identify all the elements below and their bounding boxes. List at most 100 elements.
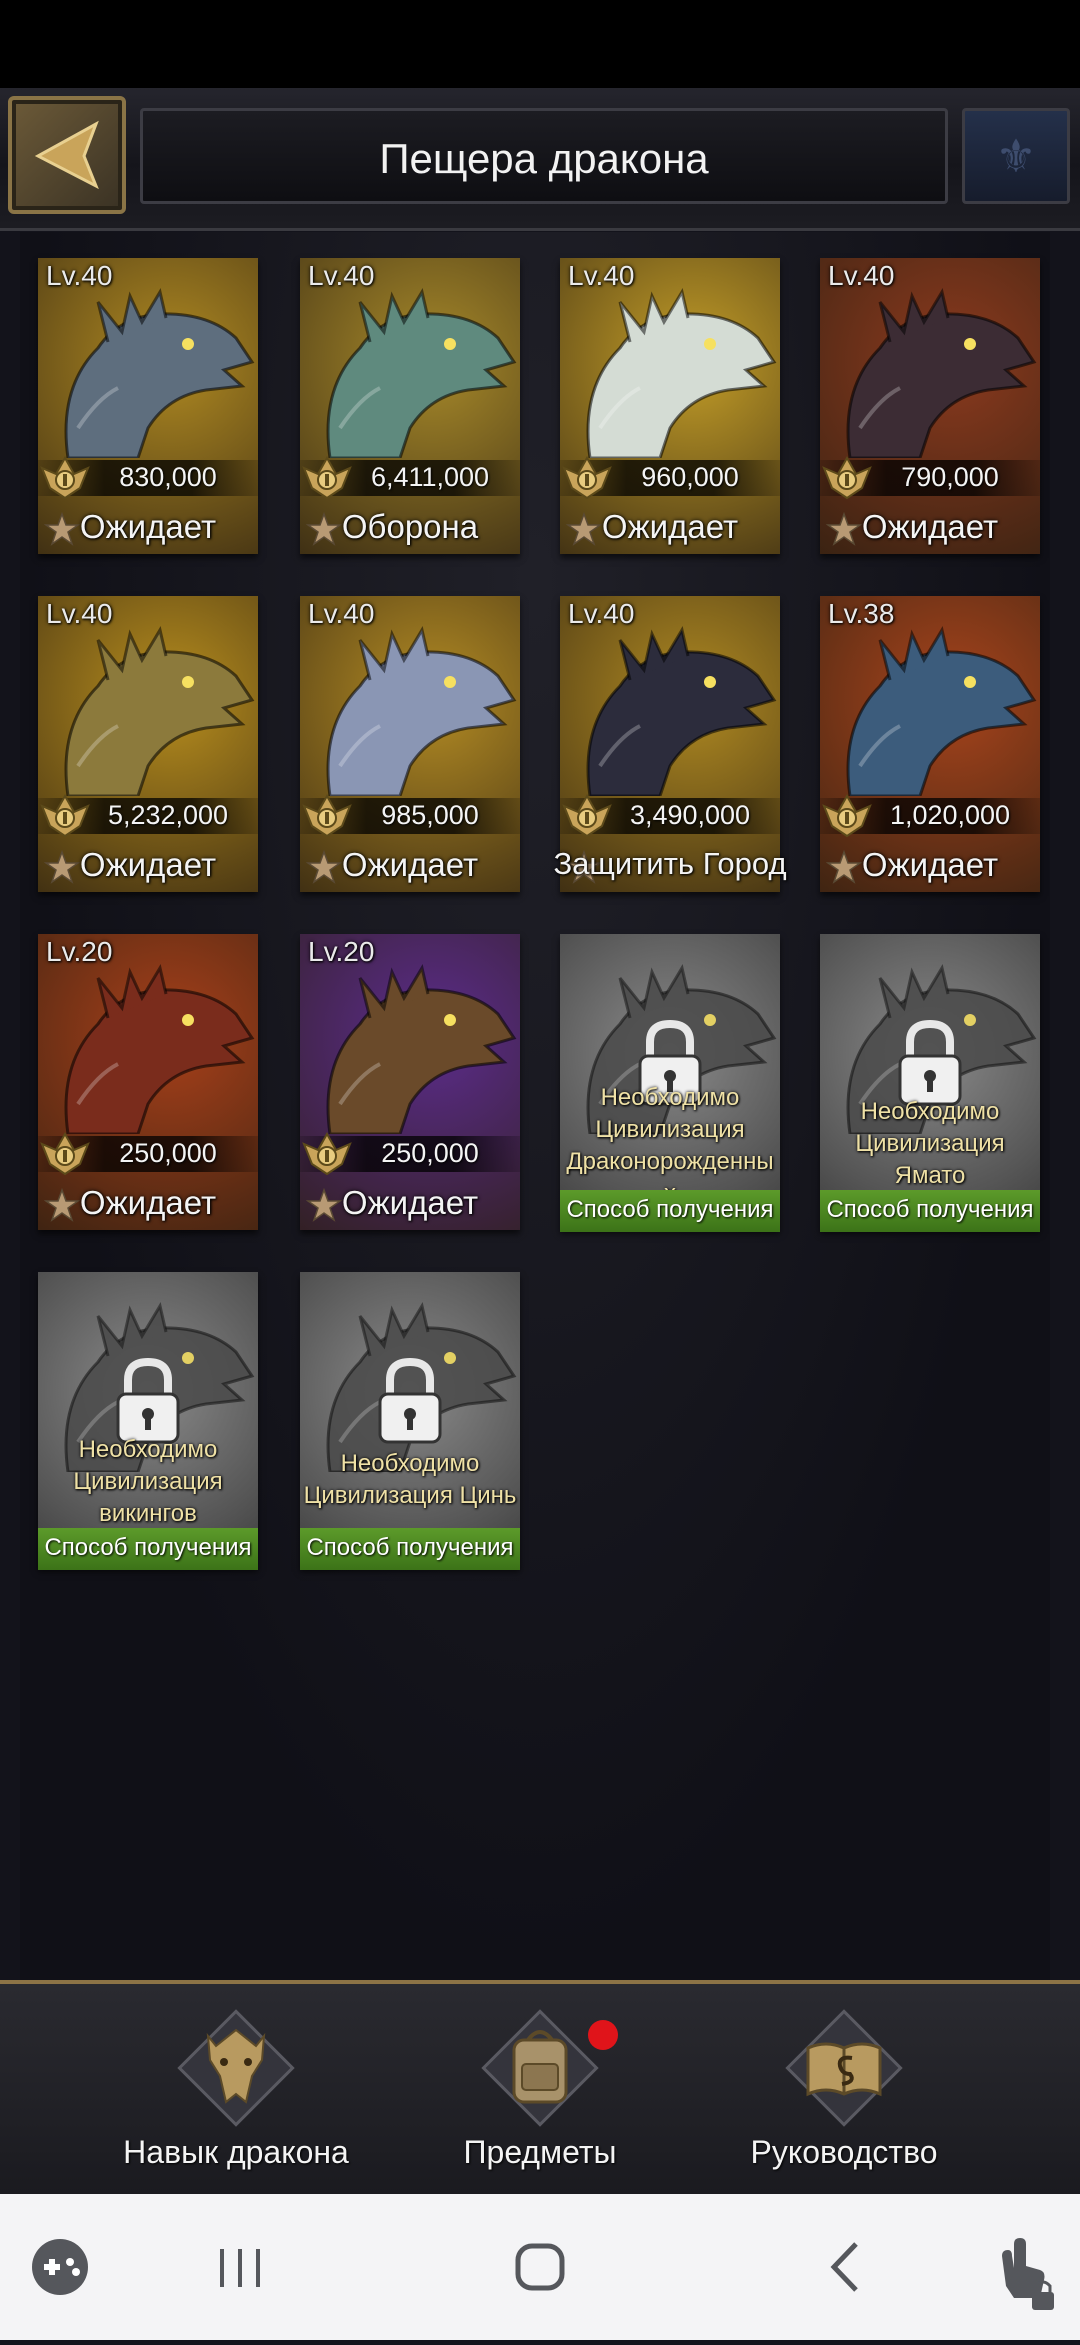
dragon-portrait: [64, 626, 255, 796]
requirement-line: Цивилизация Цинь: [303, 1482, 517, 1509]
dragon-power: 830,000: [119, 462, 217, 492]
dragon-level: Lv.20: [308, 936, 375, 967]
dragon-power: 250,000: [381, 1138, 479, 1168]
dragon-status: Ожидает: [601, 508, 739, 545]
dragon-power: 3,490,000: [629, 800, 751, 830]
fleur-icon: ⚜: [995, 130, 1037, 182]
recent-apps-icon: [220, 2249, 260, 2287]
game-launcher-icon: [32, 2239, 88, 2295]
dragon-power: 5,232,000: [107, 800, 229, 830]
dragon-status: Ожидает: [341, 846, 479, 883]
requirement-line: Необходимо: [600, 1084, 740, 1111]
unlock-requirement: Необходимо Цивилизация викингов: [34, 1434, 262, 1530]
dragon-status: Ожидает: [79, 1184, 217, 1221]
padlock-icon: [898, 1019, 962, 1106]
dragon-status: Оборона: [341, 508, 479, 545]
title-plate: Пещера дракона: [140, 108, 948, 204]
dragon-portrait: [586, 626, 777, 796]
nav-label-dragon-skill: Навык дракона: [123, 2134, 349, 2170]
dragon-grid: Lv.40 830,000 Ожидает Lv.40 6,411,000 Оборона…: [20, 232, 1050, 1980]
obtain-method-label: Способ получения: [44, 1534, 252, 1561]
dragon-portrait: [64, 288, 255, 458]
obtain-method-label: Способ получения: [826, 1196, 1034, 1223]
locked-dragon-card[interactable]: Необходимо Цивилизация Цинь Способ получен…: [300, 1272, 520, 1570]
dragon-status: Ожидает: [861, 846, 999, 883]
dragon-level: Lv.40: [828, 260, 895, 291]
dragon-card[interactable]: Lv.40 5,232,000 Ожидает: [38, 596, 258, 892]
home-button[interactable]: [500, 2194, 580, 2340]
dragon-status: Ожидает: [861, 508, 999, 545]
nav-label-items: Предметы: [463, 2134, 617, 2170]
requirement-line: викингов: [99, 1500, 197, 1527]
recent-apps-button[interactable]: [200, 2194, 280, 2340]
touch-lock-icon: [1002, 2238, 1054, 2310]
requirement-line: Необходимо: [78, 1436, 218, 1463]
dragon-card[interactable]: Lv.40 6,411,000 Оборона: [300, 258, 520, 554]
dragon-portrait: [846, 288, 1037, 458]
nav-guide[interactable]: Руководство: [694, 1984, 994, 2198]
dragon-status: Ожидает: [79, 846, 217, 883]
unlock-requirement: Необходимо Цивилизация Цинь: [296, 1448, 524, 1512]
touch-lock-button[interactable]: [980, 2194, 1060, 2340]
game-launcher-button[interactable]: [30, 2194, 100, 2340]
dragon-power: 1,020,000: [889, 800, 1011, 830]
dragon-power: 985,000: [381, 800, 479, 830]
requirement-line: Драконорожденны: [566, 1148, 774, 1175]
back-button[interactable]: [8, 96, 126, 214]
dragon-portrait: [326, 288, 517, 458]
header: Пещера дракона ⚜: [0, 88, 1080, 231]
dragon-card[interactable]: Lv.20 250,000 Ожидает: [300, 934, 520, 1230]
home-icon: [515, 2243, 565, 2291]
back-arrow-icon: [34, 120, 99, 190]
locked-dragon-card[interactable]: Необходимо Цивилизация Ямато Способ получен…: [820, 934, 1040, 1232]
dragon-status: Защитить Город: [553, 846, 787, 881]
dragon-level: Lv.20: [46, 936, 113, 967]
padlock-icon: [116, 1357, 180, 1444]
nav-dragon-skill[interactable]: Навык дракона: [86, 1984, 386, 2198]
dragon-level: Lv.40: [568, 598, 635, 629]
page-title: Пещера дракона: [379, 135, 709, 182]
dragon-power: 6,411,000: [370, 462, 490, 492]
dragon-level: Lv.40: [46, 598, 113, 629]
unlock-requirement: Необходимо Цивилизация Ямато: [816, 1096, 1044, 1192]
dragon-portrait: [326, 964, 517, 1134]
requirement-line: Цивилизация: [595, 1116, 745, 1143]
backpack-icon: [481, 2009, 599, 2127]
dragon-card[interactable]: Lv.40 985,000 Ожидает: [300, 596, 520, 892]
nav-items[interactable]: Предметы: [390, 1984, 690, 2198]
dragon-portrait: [326, 626, 517, 796]
dragon-card[interactable]: Lv.40 3,490,000 Защитить Город: [553, 596, 787, 892]
dragon-level: Lv.40: [308, 260, 375, 291]
dragon-card[interactable]: Lv.40 830,000 Ожидает: [38, 258, 258, 554]
dragon-power: 790,000: [901, 462, 999, 492]
dragon-level: Lv.40: [568, 260, 635, 291]
dragon-portrait: [64, 964, 255, 1134]
requirement-line: Необходимо: [340, 1450, 480, 1477]
dragon-card[interactable]: Lv.40 960,000 Ожидает: [560, 258, 780, 554]
dragon-status: Ожидает: [341, 1184, 479, 1221]
notification-badge: [588, 2020, 618, 2050]
locked-dragon-card[interactable]: НеобходимоЦивилизацияДраконорожденныхСпо…: [560, 934, 780, 1232]
back-icon: [830, 2242, 858, 2292]
dragon-level: Lv.40: [46, 260, 113, 291]
back-nav-button[interactable]: [810, 2194, 880, 2340]
dragon-portrait: [846, 626, 1037, 796]
requirement-line: Цивилизация: [855, 1130, 1005, 1157]
status-bar: [0, 0, 1080, 88]
requirement-line: Необходимо: [860, 1098, 1000, 1125]
dragon-portrait: [586, 288, 777, 458]
dragon-card[interactable]: Lv.38 1,020,000 Ожидает: [820, 596, 1040, 892]
dragon-level: Lv.38: [828, 598, 895, 629]
system-nav-bar: [0, 2194, 1080, 2340]
padlock-icon: [378, 1357, 442, 1444]
dragon-card[interactable]: Lv.40 790,000 Ожидает: [820, 258, 1040, 554]
locked-dragon-card[interactable]: Необходимо Цивилизация викингов Способ полу…: [38, 1272, 258, 1570]
dragon-level: Lv.40: [308, 598, 375, 629]
dragon-skill-icon: [177, 2009, 295, 2127]
nav-label-guide: Руководство: [750, 2134, 938, 2170]
dragon-card[interactable]: Lv.20 250,000 Ожидает: [38, 934, 258, 1230]
bottom-nav: Навык дракона Предметы Руководство: [0, 1980, 1080, 2198]
dragon-power: 960,000: [641, 462, 739, 492]
requirement-line: Цивилизация: [73, 1468, 223, 1495]
fleur-decoration: ⚜: [962, 108, 1070, 204]
